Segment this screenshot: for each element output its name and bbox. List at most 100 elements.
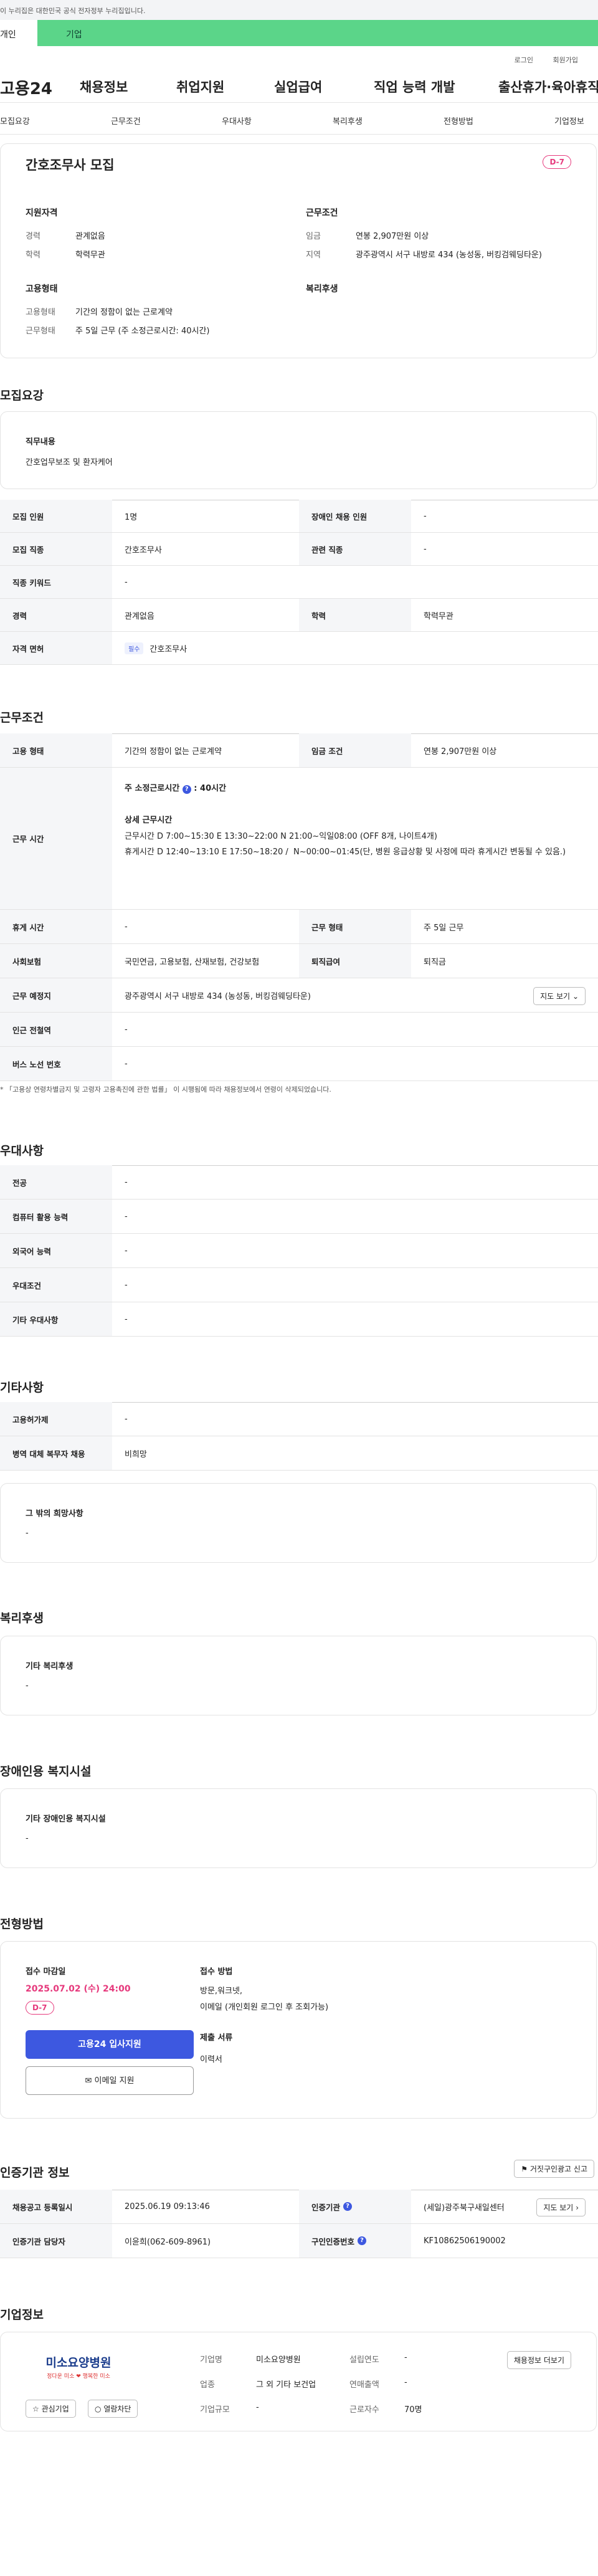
summary-card: 간호조무사 모집 D-7 지원자격 경력 관계없음 학력 학력무관 고용형태 고… [0,143,597,358]
field-label: 업종 [200,2380,215,2390]
section-tab[interactable]: 근무조건 [111,115,141,126]
table-row: 외국어 능력 - [0,1234,598,1268]
row-header: 근무 형태 [299,910,411,943]
agency-detail-label: 지도 보기 [543,2203,574,2212]
age-note: * 「고용상 연령차별금지 및 고령자 고용촉진에 관한 법률」 이 시행됨에 … [0,1085,331,1094]
table-row: 사회보험 국민연금, 고용보험, 산재보험, 건강보험 퇴직급여 퇴직금 [0,944,598,978]
map-button-label: 지도 보기 [540,992,571,1001]
row-header: 인근 전철역 [0,1013,112,1046]
section-tab[interactable]: 모집요강 [0,115,30,126]
row-value: - [424,544,427,554]
row-value: - [125,1059,128,1069]
row-value: 관계없음 [125,611,154,621]
other-label: 그 밖의 희망사항 [26,1509,83,1519]
map-button[interactable]: 지도 보기 ⌄ [533,987,586,1005]
row-value: 2025.06.19 09:13:46 [125,2202,210,2211]
row-value: - [125,922,128,932]
deadline-label: 접수 마감일 [26,1967,66,1977]
row-value: 학력무관 [424,611,453,621]
row-header: 컴퓨터 활용 능력 [0,1200,112,1233]
hours-weekly: 주 소정근로시간 ? : 40시간 [125,784,227,794]
info-icon[interactable]: ? [343,2202,353,2211]
row-value: - [125,1314,128,1324]
gnb-item[interactable]: 출산휴가·육아휴직 [498,77,598,96]
block-button[interactable]: ○ 열람차단 [88,2400,138,2418]
gnb-item[interactable]: 실업급여 [274,77,322,96]
block-icon: ○ [95,2405,102,2413]
flag-icon: ⚑ [521,2165,528,2173]
duty-value: 간호업무보조 및 환자케어 [26,458,113,467]
other-value: - [26,1529,29,1538]
cond-v2: 광주광역시 서구 내방로 434 (농성동, 버킹검웨딩타운) [356,250,542,260]
table-row: 인증기관 담당자 이윤희(062-609-8961) 구인인증번호? KF1086… [0,2224,598,2258]
field-value: 70명 [404,2405,422,2415]
table-row: 자격 면허 필수 간호조무사 [0,632,598,665]
row-value: - [125,1177,128,1187]
apply-card: 접수 마감일 2025.07.02 (수) 24:00 D-7 고용24 입사지… [0,1941,597,2119]
welfare-title: 복리후생 [306,284,338,294]
agency-detail-button[interactable]: 지도 보기 › [536,2198,586,2216]
chevron-down-icon: ⌄ [572,992,579,1001]
license-value: 간호조무사 [150,644,187,654]
info-icon[interactable]: ? [182,785,191,794]
section-tab[interactable]: 우대사항 [222,115,252,126]
table-row: 고용 형태 기간의 정함이 없는 근로계약 임금 조건 연봉 2,907만원 이상 [0,733,598,768]
row-value: 연봉 2,907만원 이상 [424,747,497,756]
section-title: 전형방법 [0,1917,44,1931]
section-tab[interactable]: 복리후생 [333,115,363,126]
gnb-item[interactable]: 직업 능력 개발 [374,77,455,96]
table-row: 컴퓨터 활용 능력 - [0,1200,598,1234]
report-button[interactable]: ⚑ 거짓구인광고 신고 [514,2160,594,2178]
cond-k1: 임금 [306,232,321,241]
company-card: 미소요양병원 정다운 미소 ❤ 행복한 미소 ☆ 관심기업 ○ 열람차단 채용정… [0,2332,597,2431]
row-value: 광주광역시 서구 내방로 434 (농성동, 버킹검웨딩타운) [125,991,311,1001]
hours-detail: 근무시간 D 7:00~15:30 E 13:30~22:00 N 21:00~… [125,832,566,857]
table-row: 근무 예정지 광주광역시 서구 내방로 434 (농성동, 버킹검웨딩타운) 지도… [0,978,598,1013]
dday-badge: D-7 [543,155,571,169]
jobs-more-button[interactable]: 채용정보 더보기 [506,2351,571,2369]
gnb-item[interactable]: 취업지원 [176,77,224,96]
welfare-card: 기타 복리후생 - [0,1636,597,1715]
row-value: KF10862506190002 [424,2236,506,2246]
qual-k2: 학력 [26,250,40,260]
gov-banner: 이 누리집은 대한민국 공식 전자정부 누리집입니다. [0,0,598,20]
row-value: - [125,1246,128,1256]
row-value: 이윤희(062-609-8961) [125,2237,211,2247]
tab-company[interactable]: 기업 [37,20,598,46]
table-row: 근무 시간 주 소정근로시간 ? : 40시간 상세 근무시간 근무시간 D 7… [0,768,598,910]
row-header: 휴게 시간 [0,910,112,943]
favorite-company-button[interactable]: ☆ 관심기업 [26,2400,76,2418]
row-header: 근무 시간 [0,768,112,909]
gnb-item[interactable]: 채용정보 [80,77,128,96]
tab-personal[interactable]: 개인 [0,20,37,46]
required-tag: 필수 [125,642,144,654]
row-header: 임금 조건 [299,733,411,767]
table-row: 인근 전철역 - [0,1013,598,1047]
emp-k1: 고용형태 [26,308,55,317]
row-header: 버스 노선 번호 [0,1047,112,1080]
field-value: - [404,2353,407,2362]
util-links: 로그인 회원가입 [0,46,598,64]
row-header: 퇴직급여 [299,944,411,978]
logo[interactable]: 고용24 [0,76,52,99]
section-tab[interactable]: 전형방법 [444,115,473,126]
section-title: 인증기관 정보 [0,2166,70,2180]
email-apply-button[interactable]: ✉ 이메일 지원 [26,2066,194,2095]
mail-icon: ✉ [85,2076,92,2086]
row-header: 고용 형태 [0,733,112,767]
deadline-value: 2025.07.02 (수) 24:00 [26,1984,131,1994]
row-header: 채용공고 등록일시 [0,2190,112,2223]
info-icon[interactable]: ? [358,2236,367,2245]
emp-k2: 근무형태 [26,327,55,336]
org-label: 인증기관 [311,2202,341,2212]
dday-badge: D-7 [26,2001,54,2015]
apply-button[interactable]: 고용24 입사지원 [26,2030,194,2059]
docs-value: 이력서 [200,2055,222,2064]
row-value: - [424,511,427,521]
section-tab[interactable]: 기업정보 [554,115,584,126]
row-value: 퇴직금 [424,957,446,967]
chevron-right-icon: › [576,2203,579,2212]
method-label: 접수 방법 [200,1967,233,1977]
table-row: 채용공고 등록일시 2025.06.19 09:13:46 인증기관? (세일)광… [0,2190,598,2224]
row-header: 기타 우대사항 [0,1302,112,1336]
